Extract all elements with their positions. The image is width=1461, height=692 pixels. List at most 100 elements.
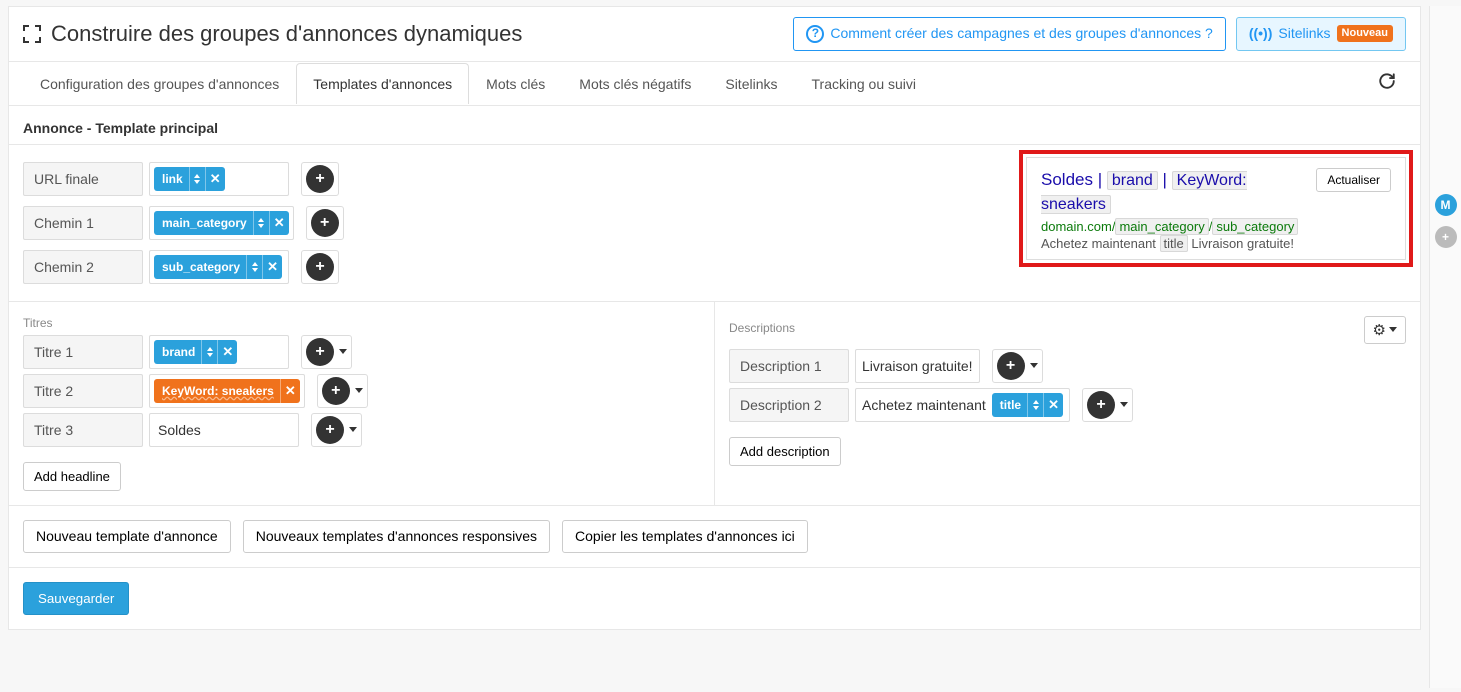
caret-icon — [1030, 363, 1038, 368]
nouveau-badge: Nouveau — [1337, 25, 1393, 42]
token-main-category-label: main_category — [162, 216, 253, 230]
ad-preview-url: domain.com/main_category/sub_category — [1041, 219, 1391, 234]
sitelinks-button[interactable]: ((•)) Sitelinks Nouveau — [1236, 17, 1406, 51]
gear-icon: ⚙ — [1373, 321, 1386, 339]
title1-input[interactable]: brand ✕ — [149, 335, 289, 369]
remove-token-icon[interactable]: ✕ — [269, 211, 289, 235]
desc1-label: Description 1 — [729, 349, 849, 383]
desc2-row: Description 2 Achetez maintenant title ✕… — [729, 388, 1406, 422]
url-row-path1: Chemin 1 main_category ✕ + — [23, 206, 344, 240]
page-title-text: Construire des groupes d'annonces dynami… — [51, 21, 522, 47]
plus-circle-icon: + — [322, 377, 350, 405]
titles-section-label: Titres — [23, 316, 700, 330]
help-icon: ? — [806, 25, 824, 43]
desc1-text: Livraison gratuite! — [862, 358, 973, 374]
tab-tracking[interactable]: Tracking ou suivi — [795, 63, 934, 104]
ad-preview-title: Soldes | brand | KeyWord: sneakers — [1041, 168, 1306, 217]
add-variable-title2[interactable]: + — [317, 374, 368, 408]
help-link-label: Comment créer des campagnes et des group… — [830, 24, 1212, 44]
rail-m-badge[interactable]: M — [1435, 194, 1457, 216]
add-variable-desc2[interactable]: + — [1082, 388, 1133, 422]
desc2-input[interactable]: Achetez maintenant title ✕ — [855, 388, 1070, 422]
desc2-label: Description 2 — [729, 388, 849, 422]
url-finale-input[interactable]: link ✕ — [149, 162, 289, 196]
token-sub-category[interactable]: sub_category ✕ — [154, 255, 282, 279]
title1-label: Titre 1 — [23, 335, 143, 369]
help-link[interactable]: ? Comment créer des campagnes et des gro… — [793, 17, 1225, 51]
add-description-button[interactable]: Add description — [729, 437, 841, 466]
title3-text: Soldes — [158, 422, 201, 438]
refresh-icon[interactable] — [1368, 62, 1406, 105]
tab-templates[interactable]: Templates d'annonces — [296, 63, 469, 104]
token-main-category[interactable]: main_category ✕ — [154, 211, 289, 235]
tabs: Configuration des groupes d'annonces Tem… — [23, 63, 933, 104]
descriptions-section-label: Descriptions — [729, 321, 795, 335]
title3-input[interactable]: Soldes — [149, 413, 299, 447]
tab-config[interactable]: Configuration des groupes d'annonces — [23, 63, 296, 104]
remove-token-icon[interactable]: ✕ — [1043, 393, 1063, 417]
new-responsive-templates-button[interactable]: Nouveaux templates d'annonces responsive… — [243, 520, 550, 554]
token-sub-category-label: sub_category — [162, 260, 246, 274]
add-variable-title3[interactable]: + — [311, 413, 362, 447]
tab-sitelinks[interactable]: Sitelinks — [708, 63, 794, 104]
add-variable-url-finale[interactable]: + — [301, 162, 339, 196]
plus-circle-icon: + — [311, 209, 339, 237]
path2-label: Chemin 2 — [23, 250, 143, 284]
caret-icon — [1120, 402, 1128, 407]
caret-icon — [339, 349, 347, 354]
caret-icon — [1389, 327, 1397, 332]
sort-icon[interactable] — [201, 340, 217, 364]
rail-add-button[interactable]: + — [1435, 226, 1457, 248]
plus-circle-icon: + — [997, 352, 1025, 380]
remove-token-icon[interactable]: ✕ — [280, 379, 300, 403]
title2-label: Titre 2 — [23, 374, 143, 408]
title2-input[interactable]: KeyWord: sneakers ✕ — [149, 374, 305, 408]
add-headline-button[interactable]: Add headline — [23, 462, 121, 491]
path2-input[interactable]: sub_category ✕ — [149, 250, 289, 284]
title3-row: Titre 3 Soldes + — [23, 413, 700, 447]
url-row-path2: Chemin 2 sub_category ✕ + — [23, 250, 344, 284]
tab-keywords[interactable]: Mots clés — [469, 63, 562, 104]
path1-input[interactable]: main_category ✕ — [149, 206, 294, 240]
path1-label: Chemin 1 — [23, 206, 143, 240]
remove-token-icon[interactable]: ✕ — [217, 340, 237, 364]
sort-icon[interactable] — [253, 211, 269, 235]
token-link[interactable]: link ✕ — [154, 167, 225, 191]
remove-token-icon[interactable]: ✕ — [205, 167, 225, 191]
token-link-label: link — [162, 172, 189, 186]
token-keyword-sneakers-label: KeyWord: sneakers — [162, 384, 280, 398]
token-keyword-sneakers[interactable]: KeyWord: sneakers ✕ — [154, 379, 300, 403]
ad-preview: Soldes | brand | KeyWord: sneakers Actua… — [1026, 157, 1406, 260]
token-title[interactable]: title ✕ — [992, 393, 1063, 417]
url-row-final-url: URL finale link ✕ + — [23, 162, 344, 196]
copy-templates-button[interactable]: Copier les templates d'annonces ici — [562, 520, 808, 554]
caret-icon — [349, 427, 357, 432]
add-variable-path1[interactable]: + — [306, 206, 344, 240]
url-finale-label: URL finale — [23, 162, 143, 196]
fullscreen-icon[interactable] — [23, 25, 41, 43]
token-brand[interactable]: brand ✕ — [154, 340, 237, 364]
title3-label: Titre 3 — [23, 413, 143, 447]
token-title-label: title — [1000, 398, 1027, 412]
sort-icon[interactable] — [246, 255, 262, 279]
caret-icon — [355, 388, 363, 393]
descriptions-settings[interactable]: ⚙ — [1364, 316, 1406, 344]
page-title: Construire des groupes d'annonces dynami… — [23, 21, 522, 47]
title1-row: Titre 1 brand ✕ + — [23, 335, 700, 369]
add-variable-title1[interactable]: + — [301, 335, 352, 369]
new-template-button[interactable]: Nouveau template d'annonce — [23, 520, 231, 554]
sort-icon[interactable] — [1027, 393, 1043, 417]
desc1-row: Description 1 Livraison gratuite! + — [729, 349, 1406, 383]
plus-circle-icon: + — [306, 338, 334, 366]
tab-negative-keywords[interactable]: Mots clés négatifs — [562, 63, 708, 104]
sort-icon[interactable] — [189, 167, 205, 191]
plus-circle-icon: + — [1087, 391, 1115, 419]
add-variable-path2[interactable]: + — [301, 250, 339, 284]
remove-token-icon[interactable]: ✕ — [262, 255, 282, 279]
desc1-input[interactable]: Livraison gratuite! — [855, 349, 980, 383]
save-button[interactable]: Sauvegarder — [23, 582, 129, 615]
ad-preview-description: Achetez maintenant title Livraison gratu… — [1041, 236, 1391, 251]
add-variable-desc1[interactable]: + — [992, 349, 1043, 383]
update-preview-button[interactable]: Actualiser — [1316, 168, 1391, 192]
template-section-title: Annonce - Template principal — [9, 106, 1420, 144]
